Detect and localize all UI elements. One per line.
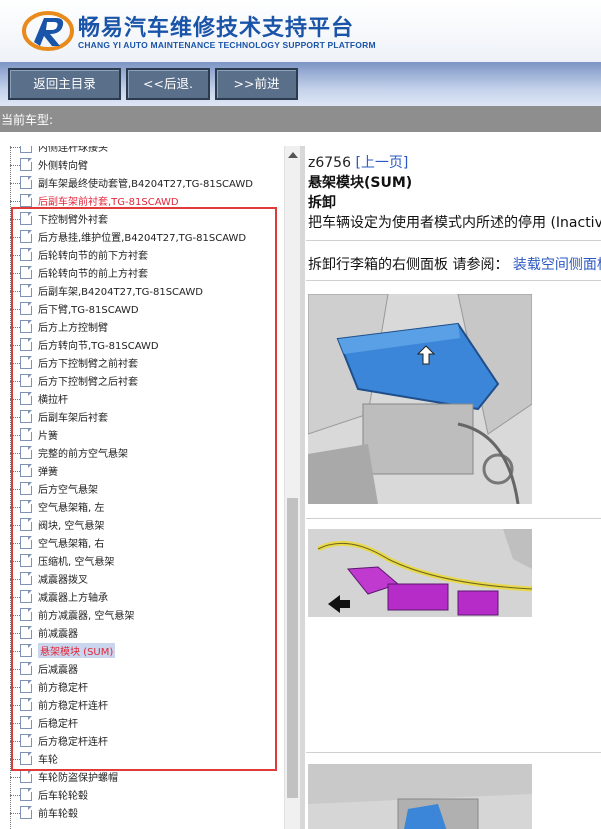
- page-icon: [20, 158, 32, 171]
- tree-item-label[interactable]: 前车轮毂: [38, 805, 78, 820]
- reference-link[interactable]: 装载空间侧面板: [513, 257, 601, 273]
- nav-bar: 返回主目录 <<后退. >>前进: [0, 62, 601, 106]
- platform-logo: [22, 11, 74, 51]
- scroll-thumb[interactable]: [287, 498, 298, 798]
- page-icon: [20, 770, 32, 783]
- content-pane: z6756 [上一页] 悬架模块(SUM) 拆卸 把车辆设定为使用者模式内所述的…: [306, 146, 601, 829]
- tree-branch-line: [10, 777, 20, 778]
- platform-subtitle: CHANG YI AUTO MAINTENANCE TECHNOLOGY SUP…: [78, 40, 376, 50]
- page-icon: [20, 806, 32, 819]
- scroll-up-arrow-icon[interactable]: [288, 152, 298, 158]
- tree-branch-line: [10, 165, 20, 166]
- tree-branch-line: [10, 813, 20, 814]
- tree-scrollbar[interactable]: [284, 146, 300, 829]
- illustration-panel: [308, 764, 532, 829]
- tree-item[interactable]: 外侧转向臂: [0, 156, 282, 174]
- home-button[interactable]: 返回主目录: [8, 68, 121, 100]
- tree-item-label[interactable]: 内侧连杆球接头: [38, 146, 108, 154]
- separator: [306, 752, 601, 753]
- app-header: 畅易汽车维修技术支持平台 CHANG YI AUTO MAINTENANCE T…: [0, 0, 601, 62]
- separator: [306, 518, 601, 519]
- tree-item[interactable]: 副车架最终使动套管,B4204T27,TG-81SCAWD: [0, 174, 282, 192]
- pane-divider[interactable]: [300, 146, 305, 829]
- prev-page-link[interactable]: [上一页]: [355, 155, 408, 171]
- tree-branch-line: [10, 201, 20, 202]
- doc-code: z6756: [308, 155, 351, 171]
- tree-item[interactable]: 后车轮轮毂: [0, 786, 282, 804]
- vehicle-bar: 当前车型:: [0, 106, 601, 132]
- step-text: 拆卸行李箱的右侧面板 请参阅： 装载空间侧面板: [308, 254, 601, 274]
- page-icon: [20, 194, 32, 207]
- platform-title: 畅易汽车维修技术支持平台: [78, 16, 355, 41]
- back-button[interactable]: <<后退.: [126, 68, 210, 100]
- tree-item-label[interactable]: 后车轮轮毂: [38, 787, 88, 802]
- tree-item-label[interactable]: 外侧转向臂: [38, 157, 88, 172]
- current-vehicle-label: 当前车型:: [1, 113, 54, 127]
- step-text: 把车辆设定为使用者模式内所述的停用 (Inactive): [308, 215, 601, 231]
- page-icon: [20, 146, 32, 153]
- illustration-panel: [308, 529, 532, 617]
- page-icon: [20, 176, 32, 189]
- tree-item-label[interactable]: 副车架最终使动套管,B4204T27,TG-81SCAWD: [38, 175, 253, 190]
- tree-branch-line: [10, 795, 20, 796]
- step-prefix: 拆卸行李箱的右侧面板 请参阅：: [308, 257, 509, 273]
- section-title: 拆卸: [308, 195, 336, 211]
- doc-title: 悬架模块(SUM): [308, 175, 413, 191]
- tree-branch-line: [10, 147, 20, 148]
- doc-header: z6756 [上一页]: [308, 152, 408, 172]
- separator: [306, 240, 601, 241]
- page-icon: [20, 788, 32, 801]
- tree-branch-line: [10, 183, 20, 184]
- tree-item-label[interactable]: 车轮防盗保护螺帽: [38, 769, 118, 784]
- tree-item[interactable]: 内侧连杆球接头: [0, 146, 282, 156]
- highlight-box: [11, 207, 277, 771]
- forward-button[interactable]: >>前进: [215, 68, 298, 100]
- separator: [306, 280, 601, 281]
- tree-item[interactable]: 前车轮毂: [0, 804, 282, 822]
- tree-item-label[interactable]: 后副车架前衬套,TG-81SCAWD: [38, 193, 179, 208]
- illustration-panel: [308, 294, 532, 504]
